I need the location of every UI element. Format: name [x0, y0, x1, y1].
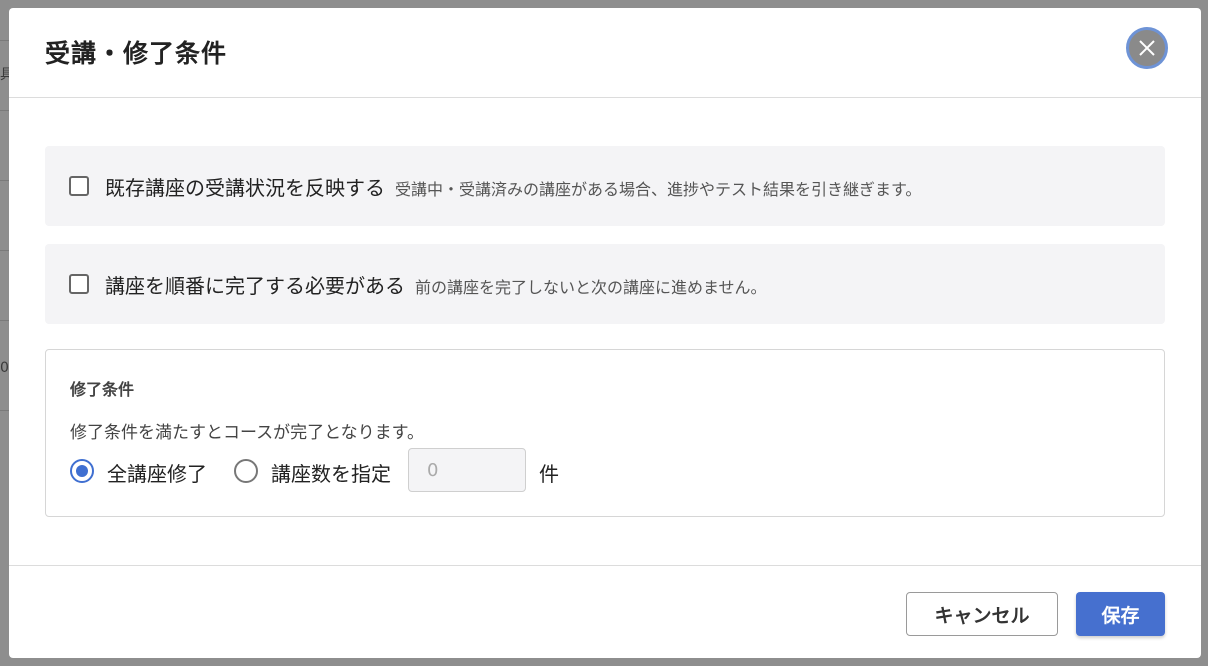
- conditions-modal: 受講・修了条件 既存講座の受講状況を反映する 受講中・受講済みの講座がある場合、進…: [9, 8, 1201, 658]
- reflect-existing-checkbox[interactable]: [69, 176, 89, 196]
- radio-specify-count[interactable]: [234, 459, 258, 483]
- option-label: 既存講座の受講状況を反映する 受講中・受講済みの講座がある場合、進捗やテスト結果を…: [105, 172, 921, 201]
- completion-description: 修了条件を満たすとコースが完了となります。: [70, 423, 424, 443]
- sequential-label: 講座を順番に完了する必要がある: [105, 274, 405, 298]
- count-unit-label: 件: [539, 462, 559, 486]
- reflect-existing-description: 受講中・受講済みの講座がある場合、進捗やテスト結果を引き継ぎます。: [395, 180, 922, 199]
- modal-title: 受講・修了条件: [45, 39, 228, 68]
- radio-all-courses[interactable]: [70, 459, 94, 483]
- cancel-button[interactable]: キャンセル: [906, 592, 1058, 636]
- radio-all-courses-label[interactable]: 全講座修了: [107, 458, 207, 487]
- modal-header: 受講・修了条件: [9, 8, 1201, 98]
- option-reflect-existing: 既存講座の受講状況を反映する 受講中・受講済みの講座がある場合、進捗やテスト結果を…: [45, 146, 1165, 226]
- close-icon: [1139, 40, 1155, 56]
- completion-title: 修了条件: [70, 380, 135, 399]
- modal-footer: キャンセル 保存: [9, 565, 1201, 658]
- option-sequential: 講座を順番に完了する必要がある 前の講座を完了しないと次の講座に進めません。: [45, 244, 1165, 324]
- reflect-existing-label: 既存講座の受講状況を反映する: [105, 176, 385, 200]
- save-button[interactable]: 保存: [1076, 592, 1165, 636]
- sequential-checkbox[interactable]: [69, 274, 89, 294]
- option-label: 講座を順番に完了する必要がある 前の講座を完了しないと次の講座に進めません。: [105, 270, 767, 299]
- radio-specify-count-label[interactable]: 講座数を指定: [271, 458, 391, 487]
- close-button[interactable]: [1126, 27, 1168, 69]
- course-count-input[interactable]: [408, 448, 526, 492]
- sequential-description: 前の講座を完了しないと次の講座に進めません。: [415, 278, 767, 297]
- completion-conditions-panel: 修了条件 修了条件を満たすとコースが完了となります。 全講座修了 講座数を指定 …: [45, 349, 1165, 517]
